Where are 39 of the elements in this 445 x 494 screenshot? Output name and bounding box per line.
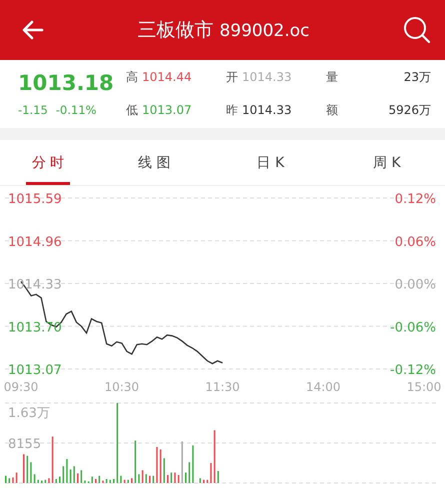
back-arrow-icon[interactable] bbox=[22, 20, 44, 40]
volume-axis-label: 1.63万 bbox=[8, 406, 50, 421]
index-name: 三板做市 bbox=[137, 18, 214, 43]
search-icon[interactable] bbox=[402, 16, 431, 44]
stat-value: 1014.44 bbox=[142, 70, 192, 84]
stat-value: 1013.07 bbox=[142, 103, 192, 117]
percent-axis-label: 0.06% bbox=[394, 234, 436, 250]
stat-value: 1014.33 bbox=[242, 103, 292, 117]
time-axis-label: 09:30 bbox=[4, 380, 38, 394]
time-axis-label: 14:00 bbox=[306, 380, 341, 394]
time-axis-label: 11:30 bbox=[205, 380, 240, 394]
percent-axis-label: 0.12% bbox=[394, 192, 436, 207]
stat-label: 高 bbox=[126, 69, 138, 86]
stat-label: 额 bbox=[326, 102, 338, 119]
price-axis-label: 1014.96 bbox=[8, 234, 62, 250]
price-change: -1.15 bbox=[18, 103, 48, 117]
volume-axis-label: 8155 bbox=[8, 437, 42, 452]
price-axis-label: 1013.07 bbox=[8, 363, 62, 378]
percent-change: -0.11% bbox=[56, 103, 96, 117]
last-price: 1013.18 bbox=[18, 71, 115, 95]
stat-value: 1014.33 bbox=[242, 70, 292, 84]
stat-label: 低 bbox=[126, 102, 138, 119]
percent-axis-label: -0.12% bbox=[390, 363, 436, 378]
chart-tab[interactable]: 日 K bbox=[212, 140, 329, 185]
stat-label: 量 bbox=[326, 69, 338, 86]
chart-tab[interactable]: 线 图 bbox=[96, 140, 212, 185]
percent-axis-label: 0.00% bbox=[394, 278, 436, 292]
chart-tab[interactable]: 分 时 bbox=[26, 140, 70, 185]
time-axis-label: 10:30 bbox=[104, 380, 140, 394]
price-axis-label: 1015.59 bbox=[8, 192, 62, 207]
stat-value: 23万 bbox=[404, 69, 431, 86]
index-code: 899002.oc bbox=[219, 21, 310, 41]
stat-label: 昨 bbox=[226, 102, 238, 119]
stat-value: 5926万 bbox=[388, 102, 431, 119]
price-axis-label: 1013.70 bbox=[8, 320, 62, 336]
chart-tab[interactable]: 周 K bbox=[328, 140, 445, 185]
percent-axis-label: -0.06% bbox=[390, 320, 436, 336]
time-axis-label: 15:00 bbox=[406, 380, 442, 394]
stat-label: 开 bbox=[226, 69, 238, 86]
